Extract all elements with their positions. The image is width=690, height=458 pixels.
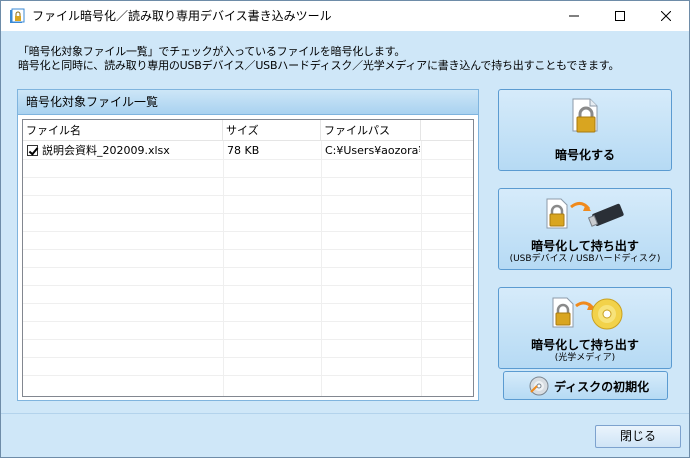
encrypt-usb-sublabel: (USBデバイス / USBハードディスク): [509, 254, 661, 264]
grid-line: [23, 267, 473, 268]
grid-line: [23, 177, 473, 178]
encrypt-optical-sublabel: (光学メディア): [554, 353, 616, 363]
minimize-button[interactable]: [551, 1, 597, 31]
close-icon: [661, 11, 671, 21]
disc-init-label: ディスクの初期化: [554, 380, 650, 394]
column-header-size[interactable]: サイズ: [223, 120, 321, 141]
optical-disc-icon: [499, 294, 671, 332]
grid-line: [23, 159, 473, 160]
encrypt-optical-label: 暗号化して持ち出す: [531, 338, 639, 352]
cell-size: 78 KB: [227, 144, 260, 157]
grid-line: [23, 249, 473, 250]
cell-filename: 説明会資料_202009.xlsx: [42, 144, 170, 157]
encrypt-button[interactable]: 暗号化する: [498, 89, 672, 171]
grid-line: [23, 357, 473, 358]
maximize-button[interactable]: [597, 1, 643, 31]
description-line-1: 「暗号化対象ファイル一覧」でチェックが入っているファイルを暗号化します。: [18, 45, 406, 58]
column-header-filename[interactable]: ファイル名: [23, 120, 223, 141]
disc-init-button[interactable]: ディスクの初期化: [503, 371, 668, 400]
grid-line: [223, 141, 224, 396]
grid-line: [23, 195, 473, 196]
lock-document-icon: [499, 98, 671, 134]
description-line-2: 暗号化と同時に、読み取り専用のUSBデバイス／USBハードディスク／光学メディア…: [18, 59, 620, 72]
encrypt-usb-button[interactable]: 暗号化して持ち出す (USBデバイス / USBハードディスク): [498, 188, 672, 270]
window-title: ファイル暗号化／読み取り専用デバイス書き込みツール: [32, 9, 332, 23]
grid-line: [23, 321, 473, 322]
grid-line: [421, 141, 422, 396]
encrypt-label: 暗号化する: [554, 148, 615, 162]
usb-drive-icon: [499, 195, 671, 233]
grid-line: [23, 339, 473, 340]
grid-line: [23, 303, 473, 304]
app-icon: [10, 8, 25, 23]
title-bar[interactable]: ファイル暗号化／読み取り専用デバイス書き込みツール: [1, 1, 689, 31]
minimize-icon: [569, 15, 579, 17]
grid-line: [23, 285, 473, 286]
grid-line: [23, 213, 473, 214]
maximize-icon: [615, 11, 625, 21]
file-list-header: 暗号化対象ファイル一覧: [18, 90, 478, 115]
file-list[interactable]: ファイル名 サイズ ファイルパス 説明会資料_202009.xlsx 78 KB…: [22, 119, 474, 397]
encrypt-usb-label: 暗号化して持ち出す: [531, 239, 639, 253]
list-header: ファイル名 サイズ ファイルパス: [23, 120, 473, 141]
grid-line: [23, 375, 473, 376]
file-list-group: 暗号化対象ファイル一覧 ファイル名 サイズ ファイルパス 説明会資料_20200…: [17, 89, 479, 401]
grid-line: [23, 231, 473, 232]
table-row[interactable]: 説明会資料_202009.xlsx 78 KB C:¥Users¥aozora¥…: [23, 142, 473, 159]
file-list-title: 暗号化対象ファイル一覧: [26, 95, 159, 109]
cell-path: C:¥Users¥aozora¥...: [325, 144, 420, 157]
close-window-button[interactable]: [643, 1, 689, 31]
close-button[interactable]: 閉じる: [595, 425, 681, 448]
grid-line: [321, 141, 322, 396]
disc-icon: [529, 376, 549, 396]
encrypt-optical-button[interactable]: 暗号化して持ち出す (光学メディア): [498, 287, 672, 369]
column-header-path[interactable]: ファイルパス: [321, 120, 421, 141]
main-window: ファイル暗号化／読み取り専用デバイス書き込みツール 「暗号化対象ファイル一覧」で…: [0, 0, 690, 458]
description: 「暗号化対象ファイル一覧」でチェックが入っているファイルを暗号化します。 暗号化…: [18, 45, 619, 73]
footer: [1, 413, 689, 457]
row-checkbox[interactable]: [27, 145, 38, 156]
